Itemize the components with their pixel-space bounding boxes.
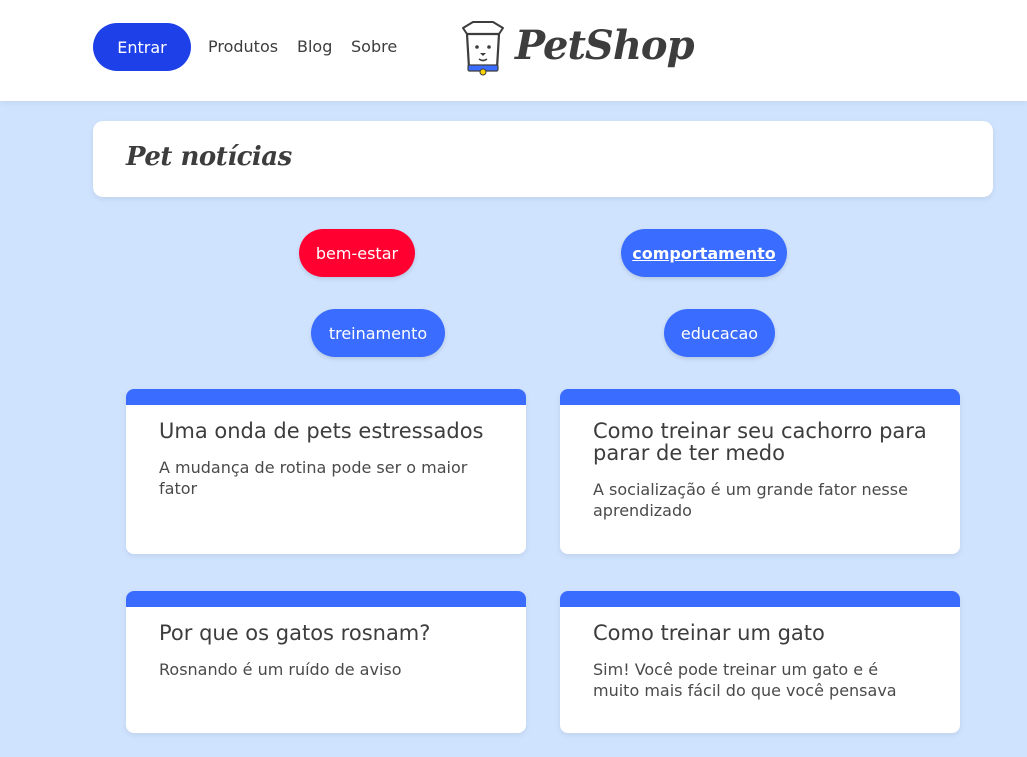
nav-link-produtos[interactable]: Produtos <box>208 37 278 56</box>
article-title: Uma onda de pets estressados <box>159 419 484 443</box>
tag-bem-estar[interactable]: bem-estar <box>299 229 415 277</box>
card-accent-bar <box>560 389 960 405</box>
page-title-card: Pet notícias <box>93 121 993 197</box>
card-accent-bar <box>560 591 960 607</box>
tag-educacao[interactable]: educacao <box>664 309 775 357</box>
nav-link-sobre[interactable]: Sobre <box>351 37 397 56</box>
article-card[interactable]: Como treinar seu cachorro para parar de … <box>560 389 960 554</box>
tag-treinamento[interactable]: treinamento <box>311 309 445 357</box>
page-title: Pet notícias <box>126 142 292 172</box>
article-summary: Sim! Você pode treinar um gato e é muito… <box>593 660 897 700</box>
article-card[interactable]: Como treinar um gato Sim! Você pode trei… <box>560 591 960 733</box>
nav-link-blog[interactable]: Blog <box>297 37 332 56</box>
article-title: Como treinar um gato <box>593 621 825 645</box>
card-accent-bar <box>126 591 526 607</box>
card-accent-bar <box>126 389 526 405</box>
header: Entrar Produtos Blog Sobre PetShop <box>0 0 1027 101</box>
login-button[interactable]: Entrar <box>93 23 191 71</box>
article-summary: Rosnando é um ruído de aviso <box>159 660 402 679</box>
article-summary: A mudança de rotina pode ser o maior fat… <box>159 458 468 498</box>
dog-logo-icon <box>462 21 504 76</box>
tag-comportamento[interactable]: comportamento <box>621 229 787 277</box>
article-card[interactable]: Por que os gatos rosnam? Rosnando é um r… <box>126 591 526 733</box>
article-card[interactable]: Uma onda de pets estressados A mudança d… <box>126 389 526 554</box>
logo-text: PetShop <box>515 22 695 69</box>
article-summary: A socialização é um grande fator nesse a… <box>593 480 908 520</box>
article-title: Como treinar seu cachorro para parar de … <box>593 419 927 465</box>
article-title: Por que os gatos rosnam? <box>159 621 431 645</box>
petshop-logo[interactable]: PetShop <box>457 18 695 84</box>
